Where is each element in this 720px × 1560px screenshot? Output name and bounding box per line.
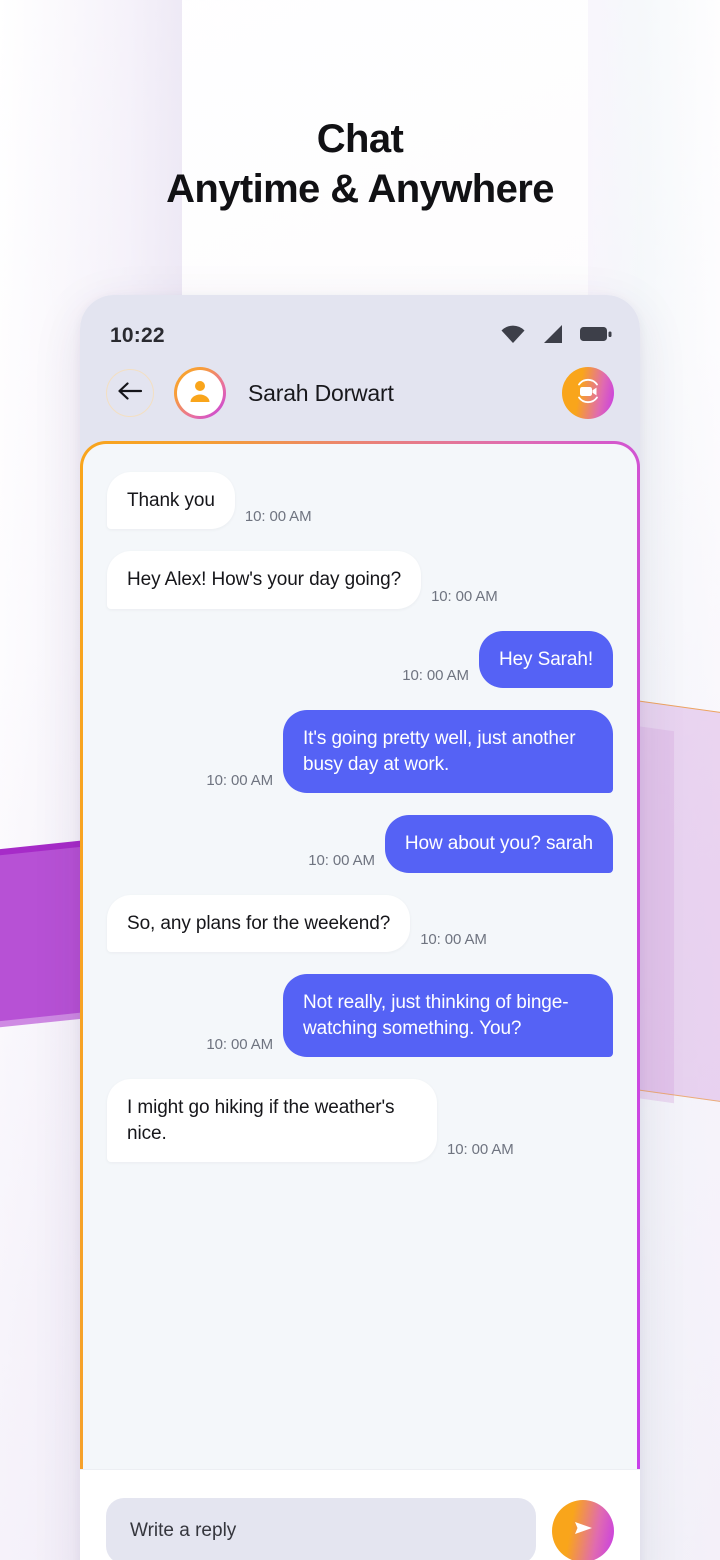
message-timestamp: 10: 00 AM [308,851,375,869]
received-message-bubble[interactable]: Hey Alex! How's your day going? [107,551,422,609]
page-title-line-1: Chat [316,117,404,161]
received-message-bubble[interactable]: So, any plans for the weekend? [107,894,411,953]
cellular-signal-icon [542,324,564,349]
message-row: Thank you 10: 00 AM [107,472,613,530]
avatar-inner [177,370,223,416]
send-button[interactable] [552,1499,614,1560]
message-list[interactable]: Thank you 10: 00 AM Hey Alex! How's your d… [80,441,640,1469]
sent-message-bubble[interactable]: It's going pretty well, just another bus… [283,710,613,794]
message-timestamp: 10: 00 AM [206,1036,273,1054]
sent-message-bubble[interactable]: Hey Sarah! [478,630,613,689]
message-row: So, any plans for the weekend? 10: 00 AM [107,894,613,953]
message-row: 10: 00 AM It's going pretty well, just an… [107,710,613,794]
message-timestamp: 10: 00 AM [244,508,312,526]
message-timestamp: 10: 00 AM [402,667,469,685]
sent-message-bubble[interactable]: Not really, just thinking of binge-watch… [283,974,613,1058]
message-row: 10: 00 AM Hey Sarah! [107,630,613,689]
video-call-icon [572,375,604,412]
received-message-bubble[interactable]: Thank you [107,472,235,530]
status-bar: 10:22 [80,295,640,361]
received-message-bubble[interactable]: I might go hiking if the weather's nice. [107,1079,437,1162]
battery-icon [580,325,612,348]
message-timestamp: 10: 00 AM [420,931,487,949]
send-icon [568,1513,598,1548]
sent-message-bubble[interactable]: How about you? sarah [384,815,613,873]
chat-header: Sarah Dorwart [80,361,640,441]
back-button[interactable] [106,369,154,417]
status-bar-time: 10:22 [110,324,165,347]
person-avatar-icon [187,378,213,409]
message-row: Hey Alex! How's your day going? 10: 00 AM [107,551,613,609]
page-title: Chat Anytime & Anywhere [0,118,720,210]
message-row: 10: 00 AM Not really, just thinking of bi… [107,974,613,1058]
video-call-button[interactable] [562,367,614,419]
page-title-line-2: Anytime & Anywhere [166,167,554,211]
message-row: 10: 00 AM How about you? sarah [107,815,613,873]
back-arrow-icon [117,381,143,406]
message-timestamp: 10: 00 AM [431,587,498,605]
message-row: I might go hiking if the weather's nice.… [107,1079,613,1162]
decor-shape-purple-light [0,846,82,1028]
phone-mockup: 10:22 Sarah Dorwart Thank you 10: 00 AM … [80,295,640,1560]
message-input-bar: Write a reply [80,1469,640,1560]
message-area-wrapper: Thank you 10: 00 AM Hey Alex! How's your d… [80,441,640,1469]
avatar[interactable] [174,367,226,419]
contact-name: Sarah Dorwart [248,379,394,406]
reply-input[interactable]: Write a reply [106,1497,536,1560]
message-timestamp: 10: 00 AM [447,1140,514,1158]
message-timestamp: 10: 00 AM [206,772,273,790]
status-bar-icons [500,324,612,349]
wifi-icon [500,324,526,349]
